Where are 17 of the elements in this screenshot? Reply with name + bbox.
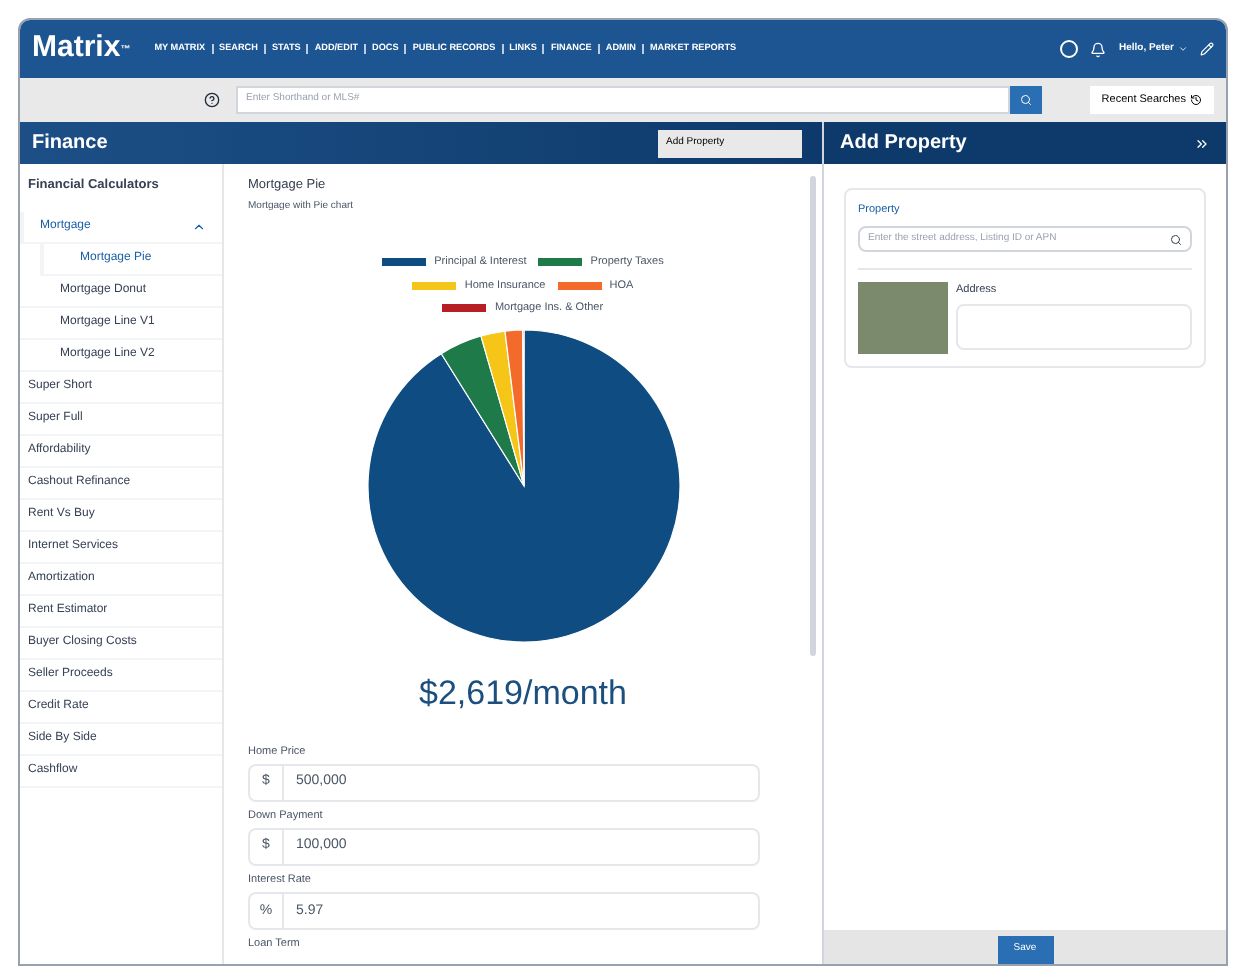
history-icon bbox=[1190, 94, 1202, 106]
search-icon bbox=[1019, 94, 1032, 106]
house-photo-placeholder bbox=[858, 282, 948, 355]
search-icon bbox=[1170, 233, 1182, 246]
monthly-total: $2,619/month bbox=[417, 672, 629, 716]
edit-icon[interactable] bbox=[1200, 42, 1214, 56]
panel-title: Add Property bbox=[840, 130, 967, 158]
caret-icon bbox=[1178, 44, 1188, 54]
notification-icon[interactable] bbox=[1090, 41, 1107, 57]
page-title: Finance bbox=[32, 130, 108, 158]
search-button[interactable] bbox=[1009, 86, 1042, 114]
address-field[interactable] bbox=[956, 303, 1192, 349]
logo[interactable]: Matrix$^{™}$ bbox=[32, 26, 131, 72]
help-icon[interactable] bbox=[204, 92, 220, 108]
accessibility-icon[interactable] bbox=[1060, 40, 1079, 58]
chevron-up-icon bbox=[192, 220, 206, 234]
collapse-icon[interactable] bbox=[1194, 135, 1210, 151]
